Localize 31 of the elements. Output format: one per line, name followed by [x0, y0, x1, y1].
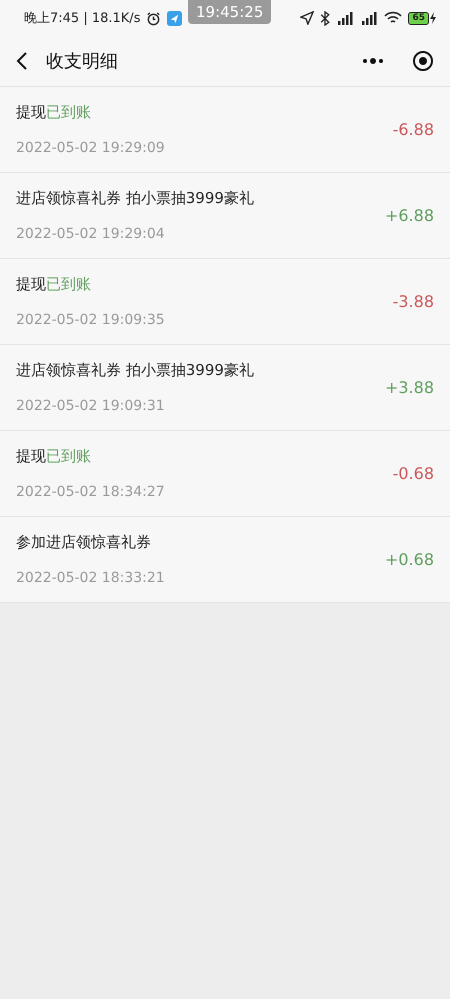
- alarm-clock-icon: [146, 10, 162, 26]
- record-amount: +0.68: [384, 550, 434, 569]
- wifi-icon: [384, 11, 402, 25]
- floating-clock: 19:45:25: [188, 0, 272, 24]
- signal-icon: [360, 11, 378, 25]
- record-time: 2022-05-02 19:09:31: [16, 398, 166, 414]
- location-icon: [300, 11, 314, 25]
- status-time: 晚上7:45 | 18.1K/s: [24, 10, 140, 27]
- record-title: 提现已到账: [16, 447, 92, 466]
- back-icon[interactable]: [16, 52, 28, 70]
- record-time: 2022-05-02 19:29:04: [16, 226, 166, 242]
- record-time: 2022-05-02 19:29:09: [16, 140, 166, 156]
- app-icon: [167, 10, 182, 26]
- record-time: 2022-05-02 18:34:27: [16, 484, 166, 500]
- record-title: 提现已到账: [16, 275, 92, 294]
- bluetooth-icon: [320, 10, 330, 26]
- record-time: 2022-05-02 19:09:35: [16, 312, 166, 328]
- record-amount: -3.88: [392, 292, 434, 311]
- record-time: 2022-05-02 18:33:21: [16, 570, 166, 586]
- more-icon[interactable]: [362, 57, 384, 65]
- battery-icon: 65: [408, 12, 429, 24]
- record-title: 参加进店领惊喜礼券: [16, 533, 152, 552]
- signal-icon: [336, 11, 354, 25]
- record-amount: +6.88: [384, 206, 434, 225]
- record-title: 提现已到账: [16, 103, 92, 122]
- record-amount: -0.68: [392, 464, 434, 483]
- record-title: 进店领惊喜礼券 拍小票抽3999豪礼: [16, 189, 255, 208]
- page-title: 收支明细: [46, 50, 118, 73]
- record-amount: +3.88: [384, 378, 434, 397]
- record-amount: -6.88: [392, 120, 434, 139]
- record-title: 进店领惊喜礼券 拍小票抽3999豪礼: [16, 361, 255, 380]
